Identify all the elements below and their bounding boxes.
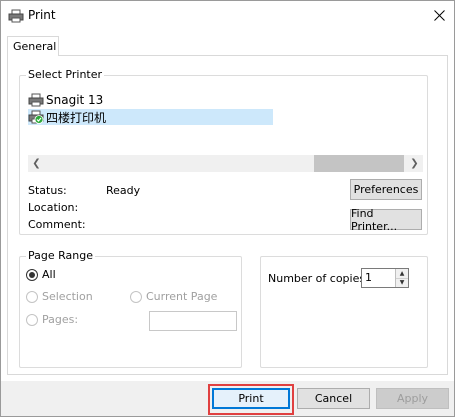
location-label: Location: bbox=[28, 201, 79, 214]
general-tab-panel: Select Printer Snagit 13 四楼打印机 ❮ ❯ Statu… bbox=[7, 55, 448, 375]
pages-input[interactable] bbox=[149, 311, 237, 331]
radio-selection-label: Selection bbox=[42, 290, 93, 303]
printer-item-fourth-floor[interactable]: 四楼打印机 bbox=[28, 109, 273, 125]
cancel-button[interactable]: Cancel bbox=[297, 388, 370, 409]
copies-value[interactable]: 1 bbox=[362, 269, 395, 287]
close-icon bbox=[434, 10, 445, 21]
spin-up-icon[interactable]: ▲ bbox=[396, 269, 408, 279]
radio-unchecked-icon bbox=[26, 313, 38, 326]
radio-checked-icon bbox=[26, 268, 38, 281]
page-range-label: Page Range bbox=[26, 249, 95, 262]
comment-label: Comment: bbox=[28, 218, 86, 231]
print-dialog: Print General Select Printer Snagit 13 四… bbox=[0, 0, 455, 417]
copies-label: Number of copies: bbox=[268, 272, 369, 285]
scroll-thumb[interactable] bbox=[314, 155, 404, 172]
status-value: Ready bbox=[106, 184, 141, 197]
scroll-right-icon[interactable]: ❯ bbox=[406, 155, 423, 172]
printer-title-icon bbox=[8, 9, 24, 23]
select-printer-label: Select Printer bbox=[26, 68, 105, 81]
printer-name: Snagit 13 bbox=[46, 93, 104, 107]
radio-pages-label: Pages: bbox=[42, 313, 79, 326]
close-button[interactable] bbox=[425, 1, 454, 30]
radio-unchecked-icon bbox=[130, 290, 142, 303]
radio-unchecked-icon bbox=[26, 290, 38, 303]
status-label: Status: bbox=[28, 184, 67, 197]
radio-all-label: All bbox=[42, 268, 56, 281]
preferences-button[interactable]: Preferences bbox=[350, 179, 422, 200]
tab-strip: General bbox=[1, 31, 454, 56]
select-printer-group: Select Printer Snagit 13 四楼打印机 ❮ ❯ Statu… bbox=[19, 68, 428, 235]
copies-spinner[interactable]: ▲ ▼ bbox=[395, 269, 408, 287]
printer-name: 四楼打印机 bbox=[46, 110, 107, 125]
radio-current-page[interactable]: Current Page bbox=[130, 290, 217, 303]
printer-item-snagit[interactable]: Snagit 13 bbox=[28, 92, 273, 108]
radio-current-page-label: Current Page bbox=[146, 290, 218, 303]
tab-general[interactable]: General bbox=[7, 36, 59, 56]
find-printer-button[interactable]: Find Printer... bbox=[350, 207, 422, 233]
spin-down-icon[interactable]: ▼ bbox=[396, 278, 408, 287]
apply-button[interactable]: Apply bbox=[376, 388, 449, 409]
radio-selection[interactable]: Selection bbox=[26, 290, 93, 303]
window-title: Print bbox=[28, 8, 56, 22]
title-bar: Print bbox=[1, 1, 454, 31]
scroll-left-icon[interactable]: ❮ bbox=[28, 155, 45, 172]
printer-icon bbox=[28, 93, 44, 107]
default-printer-icon bbox=[28, 110, 44, 124]
page-range-group: Page Range All Selection Current Page Pa… bbox=[19, 249, 242, 368]
radio-pages[interactable]: Pages: bbox=[26, 313, 78, 326]
printer-list-scrollbar[interactable]: ❮ ❯ bbox=[28, 155, 423, 172]
copies-group: Number of copies: 1 ▲ ▼ bbox=[260, 256, 428, 368]
copies-stepper[interactable]: 1 ▲ ▼ bbox=[361, 268, 409, 288]
radio-all[interactable]: All bbox=[26, 268, 56, 281]
print-button[interactable]: Print bbox=[212, 388, 290, 409]
